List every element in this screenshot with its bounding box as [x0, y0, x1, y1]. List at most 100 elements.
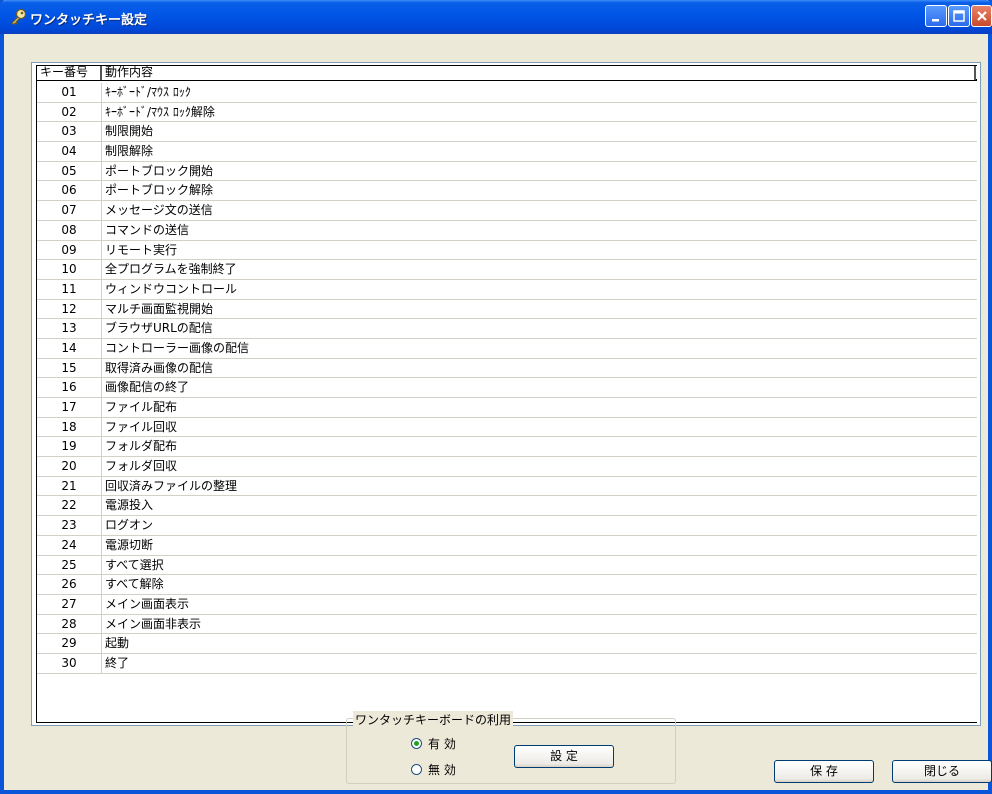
- key-number-cell: 17: [37, 398, 102, 417]
- key-number-cell: 18: [37, 417, 102, 437]
- table-row[interactable]: 23 ログオン: [37, 516, 977, 536]
- table-row[interactable]: 05 ポートブロック開始: [37, 161, 977, 182]
- key-number-cell: 15: [37, 358, 102, 378]
- action-cell: ウィンドウコントロール: [105, 281, 238, 296]
- table-row[interactable]: 18 ファイル回収: [37, 417, 977, 438]
- window-client-area: キー番号 動作内容 01 ｷｰﾎﾞｰﾄﾞ/ﾏｳｽ ﾛｯｸ 02 ｷｰﾎﾞｰﾄﾞ/ﾏｳｽ…: [4, 34, 992, 790]
- action-cell: ポートブロック解除: [105, 183, 214, 198]
- action-cell: 取得済み画像の配信: [105, 360, 214, 375]
- table-row[interactable]: 03 制限開始: [37, 122, 977, 143]
- action-cell: ブラウザURLの配信: [105, 321, 213, 336]
- close-window-button[interactable]: [971, 5, 992, 27]
- action-cell: メイン画面表示: [105, 596, 190, 611]
- key-number-cell: 13: [37, 319, 102, 338]
- key-number-cell: 04: [37, 142, 102, 161]
- key-number-cell: 28: [37, 614, 102, 634]
- window-title: ワンタッチキー設定: [30, 13, 148, 28]
- key-number-cell: 12: [37, 299, 102, 319]
- maximize-button[interactable]: [948, 5, 970, 27]
- table-row[interactable]: 24 電源切断: [37, 535, 977, 556]
- table-row[interactable]: 21 回収済みファイルの整理: [37, 476, 977, 497]
- radio-disable[interactable]: 無 効: [411, 761, 456, 778]
- list-header: キー番号 動作内容: [37, 65, 977, 81]
- key-number-cell: 20: [37, 457, 102, 476]
- table-row[interactable]: 26 すべて解除: [37, 575, 977, 595]
- table-row[interactable]: 09 リモート実行: [37, 240, 977, 261]
- table-row[interactable]: 22 電源投入: [37, 496, 977, 517]
- action-cell: マルチ画面監視開始: [105, 301, 214, 316]
- action-cell: すべて解除: [105, 577, 164, 592]
- key-number-cell: 14: [37, 338, 102, 358]
- setting-button[interactable]: 設 定: [514, 745, 614, 768]
- key-number-cell: 10: [37, 260, 102, 279]
- key-number-cell: 09: [37, 240, 102, 260]
- action-cell: 電源切断: [105, 537, 154, 552]
- key-action-list[interactable]: キー番号 動作内容 01 ｷｰﾎﾞｰﾄﾞ/ﾏｳｽ ﾛｯｸ 02 ｷｰﾎﾞｰﾄﾞ/ﾏｳｽ…: [31, 62, 981, 726]
- column-header-key-number[interactable]: キー番号: [37, 66, 102, 80]
- table-row[interactable]: 16 画像配信の終了: [37, 378, 977, 398]
- table-row[interactable]: 06 ポートブロック解除: [37, 181, 977, 202]
- key-number-cell: 26: [37, 575, 102, 594]
- action-cell: メッセージ文の送信: [105, 203, 213, 218]
- table-row[interactable]: 12 マルチ画面監視開始: [37, 299, 977, 320]
- action-cell: すべて選択: [105, 557, 164, 572]
- table-row[interactable]: 01 ｷｰﾎﾞｰﾄﾞ/ﾏｳｽ ﾛｯｸ: [37, 83, 977, 103]
- action-cell: フォルダ回収: [105, 459, 178, 474]
- table-row[interactable]: 02 ｷｰﾎﾞｰﾄﾞ/ﾏｳｽ ﾛｯｸ解除: [37, 102, 977, 123]
- key-number-cell: 19: [37, 437, 102, 457]
- table-row[interactable]: 08 コマンドの送信: [37, 220, 977, 241]
- column-header-action[interactable]: 動作内容: [102, 66, 976, 80]
- table-row[interactable]: 29 起動: [37, 634, 977, 654]
- table-row[interactable]: 04 制限解除: [37, 142, 977, 162]
- table-row[interactable]: 13 ブラウザURLの配信: [37, 319, 977, 339]
- list-frame: キー番号 動作内容 01 ｷｰﾎﾞｰﾄﾞ/ﾏｳｽ ﾛｯｸ 02 ｷｰﾎﾞｰﾄﾞ/ﾏｳｽ…: [36, 65, 978, 723]
- table-row[interactable]: 10 全プログラムを強制終了: [37, 260, 977, 280]
- close-button[interactable]: 閉じる: [892, 760, 992, 783]
- table-row[interactable]: 11 ウィンドウコントロール: [37, 279, 977, 300]
- table-row[interactable]: 07 メッセージ文の送信: [37, 201, 977, 221]
- action-cell: コマンドの送信: [105, 222, 190, 237]
- key-number-cell: 03: [37, 122, 102, 142]
- key-number-cell: 23: [37, 516, 102, 535]
- save-button[interactable]: 保 存: [774, 760, 874, 783]
- key-number-cell: 25: [37, 555, 102, 575]
- table-row[interactable]: 20 フォルダ回収: [37, 457, 977, 477]
- table-row[interactable]: 15 取得済み画像の配信: [37, 358, 977, 379]
- radio-enable-indicator[interactable]: [411, 738, 422, 749]
- action-cell: ｷｰﾎﾞｰﾄﾞ/ﾏｳｽ ﾛｯｸ解除: [105, 104, 215, 119]
- one-touch-keyboard-group: ワンタッチキーボードの利用 有 効 無 効: [346, 711, 676, 784]
- radio-enable-label: 有 効: [428, 737, 456, 751]
- key-number-cell: 29: [37, 634, 102, 653]
- action-cell: 回収済みファイルの整理: [105, 478, 238, 493]
- action-cell: 画像配信の終了: [105, 380, 190, 395]
- key-number-cell: 08: [37, 220, 102, 240]
- radio-disable-label: 無 効: [428, 763, 456, 777]
- key-number-cell: 24: [37, 535, 102, 555]
- key-number-cell: 02: [37, 102, 102, 122]
- action-cell: ログオン: [105, 518, 154, 533]
- action-cell: 電源投入: [105, 498, 154, 513]
- title-bar[interactable]: ワンタッチキー設定: [0, 0, 992, 34]
- close-icon: [977, 11, 987, 21]
- minimize-icon: [932, 19, 939, 22]
- radio-enable[interactable]: 有 効: [411, 735, 456, 752]
- radio-disable-indicator[interactable]: [411, 764, 422, 775]
- table-row[interactable]: 17 ファイル配布: [37, 398, 977, 418]
- table-row[interactable]: 28 メイン画面非表示: [37, 614, 977, 635]
- table-row[interactable]: 27 メイン画面表示: [37, 594, 977, 615]
- action-cell: 制限開始: [105, 124, 154, 139]
- action-cell: ポートブロック開始: [105, 163, 214, 178]
- table-row[interactable]: 14 コントローラー画像の配信: [37, 338, 977, 359]
- key-number-cell: 01: [37, 83, 102, 102]
- action-cell: メイン画面非表示: [105, 616, 202, 631]
- table-row[interactable]: 19 フォルダ配布: [37, 437, 977, 458]
- action-cell: 終了: [105, 655, 130, 670]
- minimize-button[interactable]: [925, 5, 947, 27]
- action-cell: フォルダ配布: [105, 439, 178, 454]
- table-row[interactable]: 25 すべて選択: [37, 555, 977, 576]
- one-touch-key-settings-window: ワンタッチキー設定 キー番号 動作内容 01 ｷｰﾎﾞｰﾄﾞ/ﾏｳｽ ﾛｯｸ 02 ｷ…: [0, 0, 992, 794]
- action-cell: ファイル配布: [105, 400, 178, 414]
- table-row[interactable]: 30 終了: [37, 653, 977, 674]
- action-cell: リモート実行: [105, 242, 178, 257]
- key-icon: [10, 8, 28, 26]
